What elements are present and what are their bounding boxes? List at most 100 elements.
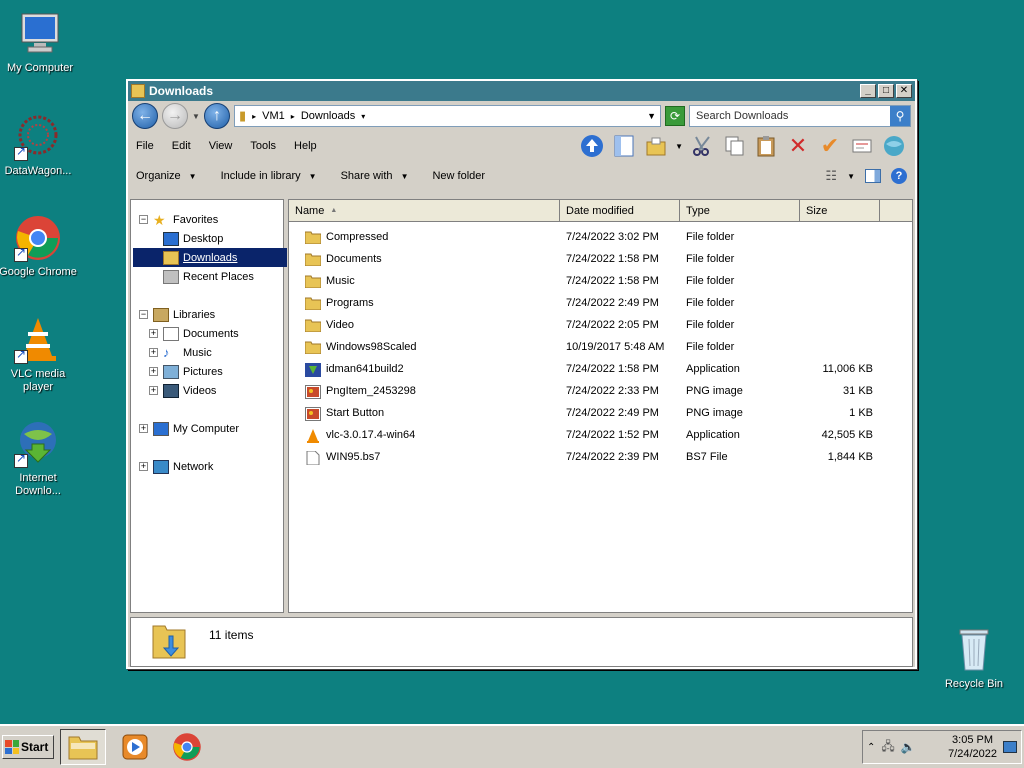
delete-icon[interactable]: ✕ bbox=[785, 133, 811, 159]
collapse-icon[interactable]: − bbox=[139, 215, 148, 224]
downloads-folder-icon bbox=[163, 250, 179, 265]
nav-videos[interactable]: + Videos bbox=[149, 381, 216, 400]
breadcrumb-separator-icon[interactable]: ▸ bbox=[291, 112, 295, 121]
file-row[interactable]: Programs 7/24/2022 2:49 PM File folder bbox=[289, 292, 912, 314]
expand-icon[interactable]: + bbox=[149, 367, 158, 376]
breadcrumb-separator-icon[interactable]: ▸ bbox=[252, 112, 256, 121]
back-button[interactable]: ← bbox=[132, 103, 158, 129]
start-button[interactable]: Start bbox=[2, 735, 54, 759]
network-tray-icon[interactable]: 🖧 bbox=[881, 737, 894, 758]
column-header-type[interactable]: Type bbox=[680, 200, 800, 221]
show-desktop-icon[interactable] bbox=[1003, 741, 1017, 753]
show-hidden-icons-icon[interactable]: ⌃ bbox=[867, 742, 875, 753]
file-row[interactable]: PngItem_2453298 7/24/2022 2:33 PM PNG imag… bbox=[289, 380, 912, 402]
file-row[interactable]: idman641build2 7/24/2022 1:58 PM Applicati… bbox=[289, 358, 912, 380]
file-row[interactable]: vlc-3.0.17.4-win64 7/24/2022 1:52 PM Appli… bbox=[289, 424, 912, 446]
file-name-cell: idman641build2 bbox=[289, 362, 560, 377]
menu-file[interactable]: File bbox=[136, 140, 154, 152]
checkmark-icon[interactable]: ✔ bbox=[817, 133, 843, 159]
nav-desktop[interactable]: Desktop bbox=[163, 229, 223, 248]
expand-icon[interactable]: + bbox=[149, 329, 158, 338]
change-view-icon[interactable]: ☷ bbox=[825, 168, 837, 184]
paste-icon[interactable] bbox=[753, 133, 779, 159]
refresh-button[interactable]: ⟳ bbox=[665, 106, 685, 126]
column-header-name[interactable]: Name ▲ bbox=[289, 200, 560, 221]
close-button[interactable]: ✕ bbox=[896, 84, 912, 98]
file-row[interactable]: Windows98Scaled 10/19/2017 5:48 AM File fo… bbox=[289, 336, 912, 358]
file-row[interactable]: Start Button 7/24/2022 2:49 PM PNG image 1 … bbox=[289, 402, 912, 424]
search-input[interactable]: Search Downloads ⚲ bbox=[689, 105, 911, 127]
include-in-library-button[interactable]: Include in library ▼ bbox=[221, 170, 317, 182]
file-date: 7/24/2022 1:58 PM bbox=[566, 275, 659, 287]
desktop-icon-my-computer[interactable]: My Computer bbox=[0, 10, 80, 75]
desktop-icon-datawagon[interactable]: DataWagon... bbox=[0, 113, 78, 178]
file-row[interactable]: Documents 7/24/2022 1:58 PM File folder bbox=[289, 248, 912, 270]
breadcrumb-separator-icon[interactable]: ▾ bbox=[361, 112, 365, 121]
properties-icon[interactable] bbox=[849, 133, 875, 159]
view-options-dropdown-icon[interactable]: ▼ bbox=[847, 172, 855, 181]
globe-icon[interactable] bbox=[881, 133, 907, 159]
recent-pages-dropdown[interactable]: ▼ bbox=[192, 112, 200, 121]
help-icon[interactable]: ? bbox=[891, 168, 907, 184]
forward-button[interactable]: → bbox=[162, 103, 188, 129]
address-bar[interactable]: ▮ ▸ VM1 ▸ Downloads ▾ ▼ bbox=[234, 105, 661, 127]
nav-my-computer[interactable]: + My Computer bbox=[139, 419, 239, 438]
search-icon[interactable]: ⚲ bbox=[890, 106, 910, 126]
title-bar[interactable]: Downloads _ □ ✕ bbox=[128, 81, 915, 101]
views-dropdown-icon[interactable]: ▼ bbox=[675, 142, 683, 151]
breadcrumb-vm1[interactable]: VM1 bbox=[262, 110, 285, 122]
file-row[interactable]: WIN95.bs7 7/24/2022 2:39 PM BS7 File 1,844 … bbox=[289, 446, 912, 468]
maximize-button[interactable]: □ bbox=[878, 84, 894, 98]
folder-icon bbox=[68, 736, 98, 760]
file-row[interactable]: Compressed 7/24/2022 3:02 PM File folder bbox=[289, 226, 912, 248]
address-dropdown-icon[interactable]: ▼ bbox=[647, 111, 656, 121]
menu-help[interactable]: Help bbox=[294, 140, 317, 152]
nav-pictures[interactable]: + Pictures bbox=[149, 362, 223, 381]
menu-view[interactable]: View bbox=[209, 140, 233, 152]
menu-tools[interactable]: Tools bbox=[250, 140, 276, 152]
expand-icon[interactable]: + bbox=[149, 386, 158, 395]
organize-button[interactable]: Organize ▼ bbox=[136, 170, 197, 182]
expand-icon[interactable]: + bbox=[139, 462, 148, 471]
desktop-icon-idm[interactable]: Internet Downlo... bbox=[0, 420, 78, 498]
up-folder-icon[interactable] bbox=[579, 133, 605, 159]
desktop-icon-recycle-bin[interactable]: Recycle Bin bbox=[934, 626, 1014, 691]
nav-downloads[interactable]: Downloads bbox=[133, 248, 287, 267]
nav-network[interactable]: + Network bbox=[139, 457, 213, 476]
preview-pane-toggle-icon[interactable] bbox=[865, 169, 881, 183]
expand-icon[interactable]: + bbox=[149, 348, 158, 357]
nav-documents[interactable]: + Documents bbox=[149, 324, 239, 343]
clock[interactable]: 3:05 PM 7/24/2022 bbox=[948, 733, 997, 761]
menu-edit[interactable]: Edit bbox=[172, 140, 191, 152]
file-name: Start Button bbox=[326, 407, 385, 419]
collapse-icon[interactable]: − bbox=[139, 310, 148, 319]
explorer-window[interactable]: Downloads _ □ ✕ ← → ▼ ↑ ▮ ▸ VM1 ▸ Downlo… bbox=[126, 79, 917, 669]
nav-libraries[interactable]: − Libraries bbox=[139, 305, 215, 324]
taskbar-chrome[interactable] bbox=[164, 729, 210, 765]
column-header-date[interactable]: Date modified bbox=[560, 200, 680, 221]
desktop-icon-chrome[interactable]: Google Chrome bbox=[0, 214, 78, 279]
nav-favorites[interactable]: − ★ Favorites bbox=[139, 210, 218, 229]
nav-recent-places[interactable]: Recent Places bbox=[163, 267, 254, 286]
column-header-size[interactable]: Size bbox=[800, 200, 880, 221]
new-folder-button[interactable]: New folder bbox=[432, 170, 485, 182]
share-with-button[interactable]: Share with ▼ bbox=[341, 170, 409, 182]
volume-icon[interactable]: 🔈 bbox=[901, 740, 916, 754]
taskbar-media-player[interactable] bbox=[112, 729, 158, 765]
up-button[interactable]: ↑ bbox=[204, 103, 230, 129]
preview-pane-icon[interactable] bbox=[611, 133, 637, 159]
file-row[interactable]: Video 7/24/2022 2:05 PM File folder bbox=[289, 314, 912, 336]
folders-view-icon[interactable] bbox=[643, 133, 669, 159]
nav-music[interactable]: + ♪ Music bbox=[149, 343, 212, 362]
file-list[interactable]: Name ▲ Date modified Type Size Compressed… bbox=[288, 199, 913, 613]
expand-icon[interactable]: + bbox=[139, 424, 148, 433]
column-header-spacer bbox=[880, 200, 912, 221]
cut-icon[interactable] bbox=[689, 133, 715, 159]
desktop-icon-vlc[interactable]: VLC media player bbox=[0, 316, 78, 394]
file-row[interactable]: Music 7/24/2022 1:58 PM File folder bbox=[289, 270, 912, 292]
taskbar-explorer[interactable] bbox=[60, 729, 106, 765]
copy-icon[interactable] bbox=[721, 133, 747, 159]
navigation-pane[interactable]: − ★ Favorites Desktop Downloads Recent P… bbox=[130, 199, 287, 613]
breadcrumb-downloads[interactable]: Downloads bbox=[301, 110, 355, 122]
minimize-button[interactable]: _ bbox=[860, 84, 876, 98]
